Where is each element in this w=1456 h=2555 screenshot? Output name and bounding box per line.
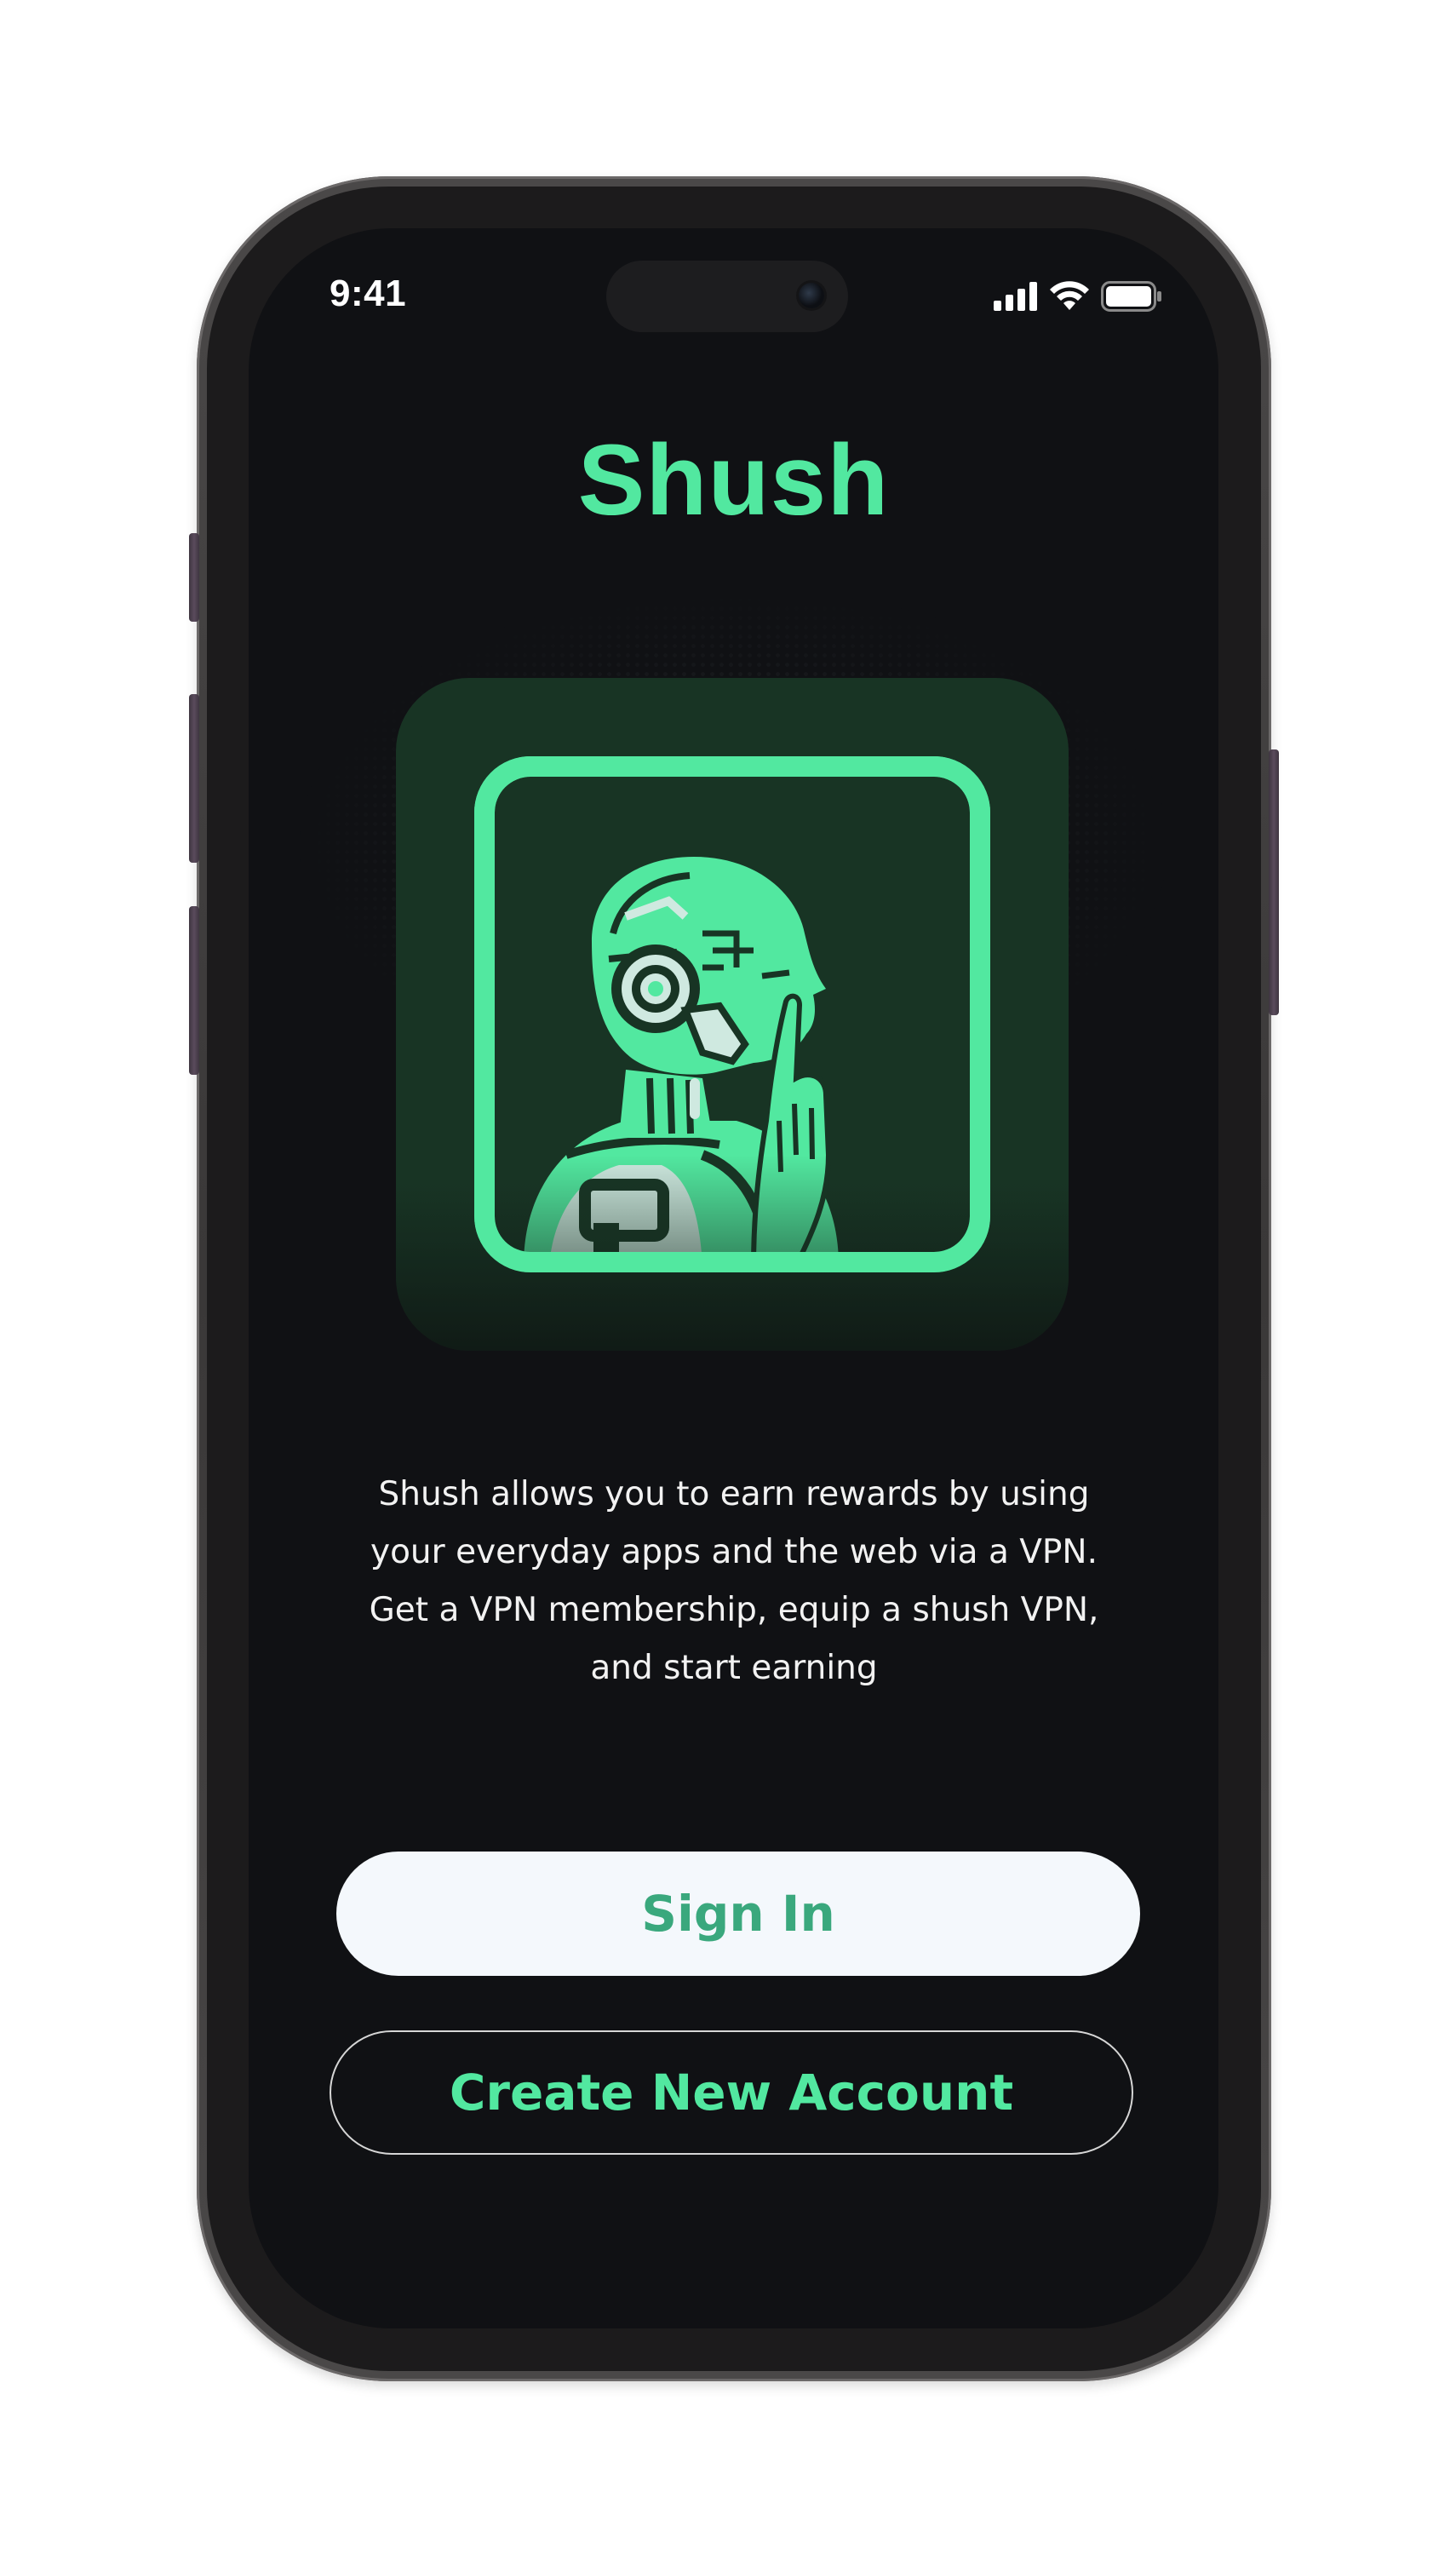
app-title: Shush [577, 424, 890, 537]
app-description: Shush allows you to earn rewards by usin… [369, 1475, 1099, 1687]
cellular-signal-icon [994, 282, 1037, 311]
volume-down-button [189, 906, 199, 1075]
power-button [1269, 749, 1279, 1015]
battery-icon [1101, 281, 1161, 312]
volume-up-button [189, 694, 199, 863]
wifi-icon [1050, 281, 1089, 310]
dynamic-island [606, 261, 848, 332]
camera-icon [799, 283, 824, 308]
device-mockup: 9:41 Shush Shush allows you to earn rewa… [0, 0, 1456, 2555]
create-account-button[interactable]: Create New Account [330, 2030, 1133, 2155]
app-screen: 9:41 Shush Shush allows you to earn rewa… [249, 228, 1218, 2328]
status-bar: 9:41 [249, 228, 1218, 339]
app-logo [396, 678, 1069, 1351]
robot-shush-icon [396, 756, 1069, 1351]
status-time: 9:41 [330, 273, 407, 314]
sign-in-button[interactable]: Sign In [336, 1852, 1140, 1976]
action-button [189, 533, 199, 622]
status-icons [994, 281, 1162, 312]
